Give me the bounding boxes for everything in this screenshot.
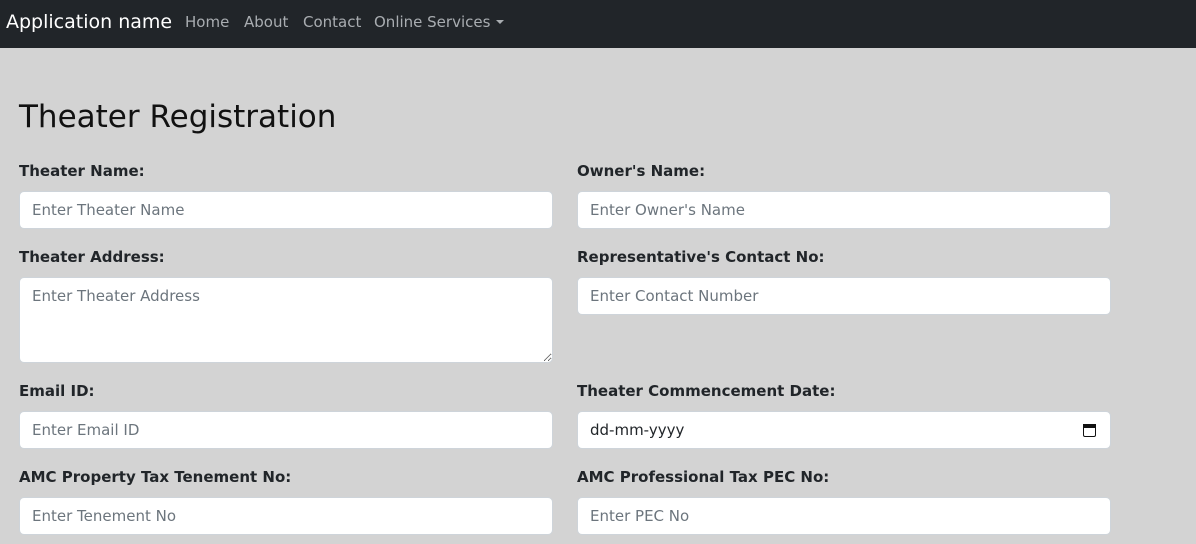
contact-no-input[interactable] [577, 277, 1111, 315]
theater-name-input[interactable] [19, 191, 553, 229]
navbar: Application name Home About Contact Onli… [0, 0, 1196, 48]
brand-link[interactable]: Application name [6, 9, 172, 35]
calendar-icon[interactable] [1083, 423, 1096, 437]
pec-no-label: AMC Professional Tax PEC No: [577, 468, 830, 486]
nav-about[interactable]: About [244, 12, 288, 32]
commencement-date-label: Theater Commencement Date: [577, 382, 836, 400]
owner-name-input[interactable] [577, 191, 1111, 229]
date-value: dd-mm-yyyy [590, 421, 685, 439]
contact-no-label: Representative's Contact No: [577, 248, 825, 266]
theater-address-label: Theater Address: [19, 248, 165, 266]
nav-online-services-dropdown[interactable]: Online Services [374, 12, 505, 32]
tenement-no-input[interactable] [19, 497, 553, 535]
page-title: Theater Registration [19, 99, 337, 135]
caret-down-icon [496, 20, 505, 24]
theater-name-label: Theater Name: [19, 162, 145, 180]
commencement-date-input[interactable]: dd-mm-yyyy [577, 411, 1111, 449]
email-input[interactable] [19, 411, 553, 449]
theater-address-textarea[interactable] [19, 277, 553, 363]
nav-contact[interactable]: Contact [303, 12, 361, 32]
email-label: Email ID: [19, 382, 95, 400]
owner-name-label: Owner's Name: [577, 162, 706, 180]
pec-no-input[interactable] [577, 497, 1111, 535]
nav-online-services-label: Online Services [374, 13, 491, 31]
tenement-no-label: AMC Property Tax Tenement No: [19, 468, 292, 486]
nav-home[interactable]: Home [185, 12, 229, 32]
